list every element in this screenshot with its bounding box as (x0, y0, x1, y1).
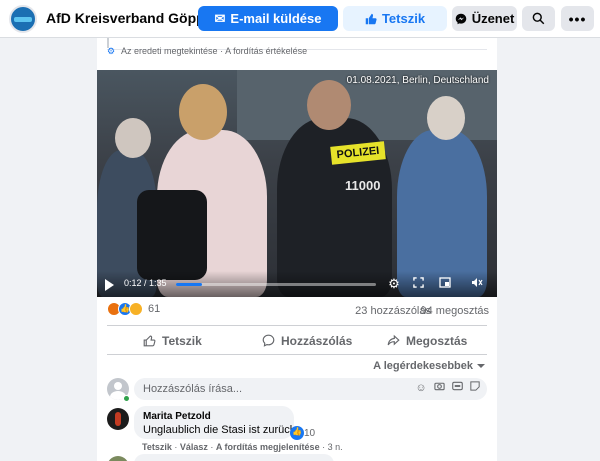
comment-author-name[interactable]: Marita Petzold (143, 411, 211, 422)
reaction-count: 61 (148, 303, 161, 315)
comment-input[interactable]: Hozzászólás írása... ☺ (134, 378, 487, 400)
translation-separator: · (220, 46, 224, 56)
comment-age[interactable]: 3 n. (328, 442, 343, 452)
like-post-label: Tetszik (162, 333, 202, 348)
comment-author-avatar[interactable] (107, 408, 129, 430)
comment-see-translation-link[interactable]: A fordítás megjelenítése (216, 442, 320, 452)
comment-reply-link[interactable]: Válasz (180, 442, 208, 452)
sad-reaction-icon (129, 302, 143, 316)
comment-sort-dropdown[interactable]: A legérdekesebbek (373, 360, 485, 372)
video-backpack (137, 190, 207, 280)
thumbs-up-outline-icon (143, 335, 156, 347)
page-header: AfD Kreisverband Göppi... ✉ E-mail küldé… (0, 0, 600, 38)
comment-bubble: Marita Petzold Unglaublich die Stasi ist… (134, 406, 296, 439)
comment-like-link[interactable]: Tetszik (142, 442, 172, 452)
reaction-summary[interactable]: 👍 61 (107, 302, 160, 316)
share-post-label: Megosztás (406, 333, 468, 348)
comment-text: Unglaublich die Stasi ist zurück (143, 424, 296, 436)
envelope-icon: ✉ (214, 10, 226, 26)
page-title[interactable]: AfD Kreisverband Göppi... (46, 10, 220, 26)
picture-in-picture-icon[interactable] (437, 276, 453, 292)
comment-post-label: Hozzászólás (281, 333, 353, 348)
like-post-button[interactable]: Tetszik (143, 326, 202, 355)
share-post-button[interactable]: Megosztás (387, 326, 467, 355)
comment-reaction-count: 10 (304, 427, 316, 439)
more-options-button[interactable]: ••• (561, 6, 594, 31)
next-comment-avatar[interactable] (107, 456, 129, 461)
next-comment-bubble (134, 454, 334, 461)
like-page-label: Tetszik (381, 11, 426, 26)
like-page-button[interactable]: Tetszik (343, 6, 447, 31)
video-progress (176, 283, 202, 286)
comment-sort-label: A legérdekesebbek (373, 360, 473, 372)
page-avatar[interactable] (9, 5, 37, 33)
message-button[interactable]: Üzenet (452, 6, 517, 31)
police-vest-number: 11000 (345, 178, 381, 193)
see-original-link[interactable]: Az eredeti megtekintése (121, 46, 218, 56)
video-person-right-head (427, 96, 465, 140)
post-action-bar: Tetszik Hozzászólás Megosztás (107, 325, 487, 355)
video-date-stamp: 01.08.2021, Berlin, Deutschland (346, 75, 489, 86)
video-person-woman-head (179, 84, 227, 140)
message-label: Üzenet (471, 11, 515, 26)
comment-input-placeholder: Hozzászólás írása... (143, 383, 243, 395)
thumbs-up-icon (365, 13, 377, 24)
shares-count[interactable]: 94 megosztás (421, 305, 489, 317)
search-button[interactable] (522, 6, 555, 31)
video-police-officer-head (307, 80, 351, 130)
video-person-left-head (115, 118, 151, 158)
more-dots-icon: ••• (568, 10, 587, 27)
settings-gear-icon[interactable]: ⚙ (386, 276, 402, 292)
video-controls: 0:12 / 1:35 ⚙ (97, 271, 497, 297)
mute-icon[interactable] (469, 276, 485, 292)
share-arrow-icon (387, 334, 400, 346)
video-time: 0:12 / 1:35 (124, 278, 167, 288)
comment-reactions[interactable]: 👍 10 (290, 426, 315, 440)
send-email-label: E-mail küldése (230, 11, 322, 26)
emoji-icon[interactable]: ☺ (415, 381, 427, 395)
search-icon (532, 12, 545, 25)
comment-bubble-icon (262, 334, 275, 347)
gif-icon[interactable] (451, 381, 463, 395)
post-stats: 👍 61 23 hozzászólás 94 megosztás (97, 300, 497, 320)
translation-links: ⚙ Az eredeti megtekintése · A fordítás é… (107, 46, 307, 56)
comment-like-reaction-icon: 👍 (290, 426, 304, 440)
comment-post-button[interactable]: Hozzászólás (262, 326, 352, 355)
comment-meta: Tetszik · Válasz · A fordítás megjelenít… (142, 442, 343, 452)
gear-icon: ⚙ (107, 46, 116, 56)
send-email-button[interactable]: ✉ E-mail küldése (198, 6, 338, 31)
comment-input-tools: ☺ (415, 381, 481, 395)
online-status-dot (123, 395, 130, 402)
fullscreen-icon[interactable] (410, 276, 426, 292)
video-player[interactable]: POLIZEI 11000 01.08.2021, Berlin, Deutsc… (97, 70, 497, 297)
caret-down-icon (477, 364, 485, 368)
play-icon[interactable] (105, 279, 114, 291)
sticker-icon[interactable] (469, 381, 481, 395)
camera-icon[interactable] (433, 381, 445, 395)
video-scrubber[interactable] (176, 283, 376, 286)
post-card: ⚙ Az eredeti megtekintése · A fordítás é… (97, 38, 497, 461)
rate-translation-link[interactable]: A fordítás értékelése (225, 46, 307, 56)
messenger-icon (455, 13, 466, 24)
